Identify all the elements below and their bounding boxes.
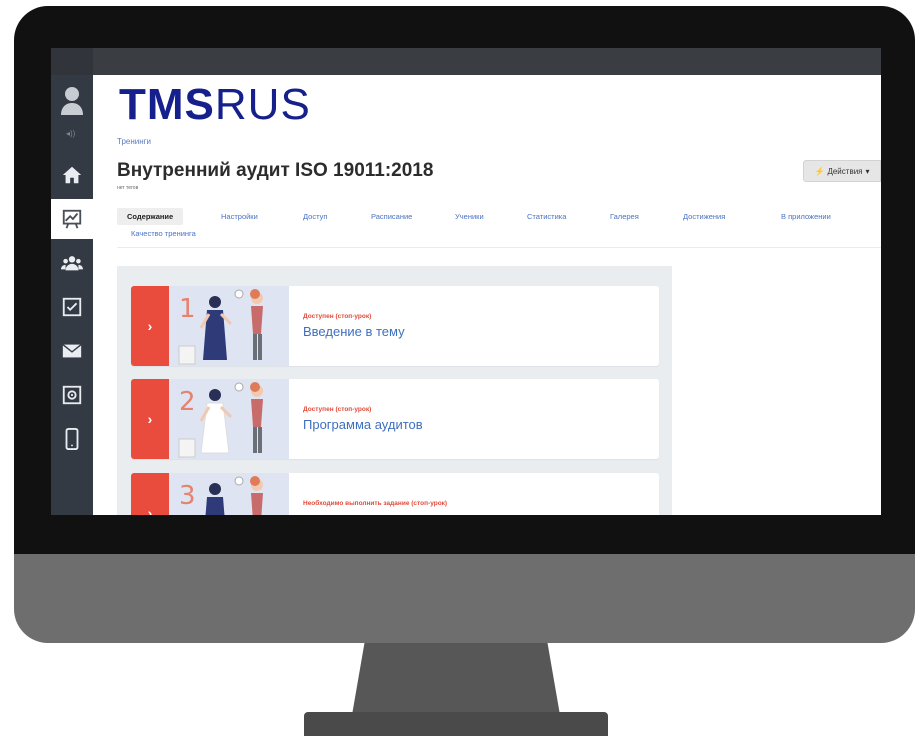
lesson-illustration: 2 [169,379,289,459]
tabs: Содержание Настройки Доступ Расписание У… [117,208,881,238]
chevron-right-icon[interactable]: › [131,286,169,366]
tmsrus-logo: TMSRUS [119,80,311,129]
lesson-illustration: 1 [169,286,289,366]
lesson-title[interactable]: Введение в тему [303,324,405,339]
chevron-right-icon[interactable]: › [131,473,169,515]
lesson-card[interactable]: › 2 Доступен (стоп-урок) Программа аудит… [131,379,659,459]
chevron-right-icon[interactable]: › [131,379,169,459]
main-content: TMSRUS Тренинги Внутренний аудит ISO 190… [93,75,881,515]
breadcrumb[interactable]: Тренинги [117,137,151,146]
actions-label: Действия [827,166,863,176]
lesson-card[interactable]: › 1 Доступен (стоп-урок) Введение в тему [131,286,659,366]
home-icon[interactable] [51,155,93,195]
tab-students[interactable]: Ученики [455,212,484,221]
top-bar [51,48,881,75]
settings-safe-icon[interactable] [51,375,93,415]
screen: ◂)) TMSRUS Тренинги Внутренний аудит ISO… [51,48,881,515]
checkbox-icon[interactable] [51,287,93,327]
mail-icon[interactable] [51,331,93,371]
tab-achievements[interactable]: Достижения [683,212,725,221]
tab-in-app[interactable]: В приложении [781,212,831,221]
tags-label: нет тегов [117,185,139,191]
lesson-status: Необходимо выполнить задание (стоп-урок) [303,500,448,507]
tab-statistics[interactable]: Статистика [527,212,566,221]
monitor-stand-neck [352,643,560,715]
caret-down-icon: ▾ [865,166,870,176]
lessons-panel: › 1 Доступен (стоп-урок) Введение в тему… [117,266,672,515]
monitor-stand-base [304,712,608,736]
tab-content[interactable]: Содержание [117,208,184,225]
user-avatar-icon[interactable] [51,75,93,125]
lesson-illustration: 3 [169,473,289,515]
users-icon[interactable] [51,243,93,283]
tab-gallery[interactable]: Галерея [610,212,639,221]
page-title: Внутренний аудит ISO 19011:2018 [117,160,434,181]
tab-schedule[interactable]: Расписание [371,212,412,221]
lesson-card[interactable]: › 3 Необходимо выполнить задание (стоп-у… [131,473,659,515]
mobile-icon[interactable] [51,419,93,459]
lesson-status: Доступен (стоп-урок) [303,406,372,413]
monitor-chin [14,554,915,643]
actions-button[interactable]: ⚡ Действия ▾ [803,160,881,182]
tab-access[interactable]: Доступ [303,212,327,221]
lesson-title[interactable]: Программа аудитов [303,417,423,432]
tab-training-quality[interactable]: Качество тренинга [131,229,196,238]
lesson-status: Доступен (стоп-урок) [303,313,372,320]
sidebar: ◂)) [51,75,93,515]
lightning-icon: ⚡ [814,166,825,176]
tabs-divider [117,247,881,248]
sound-icon: ◂)) [66,129,76,138]
training-chart-icon[interactable] [51,199,93,239]
tab-settings[interactable]: Настройки [221,212,258,221]
